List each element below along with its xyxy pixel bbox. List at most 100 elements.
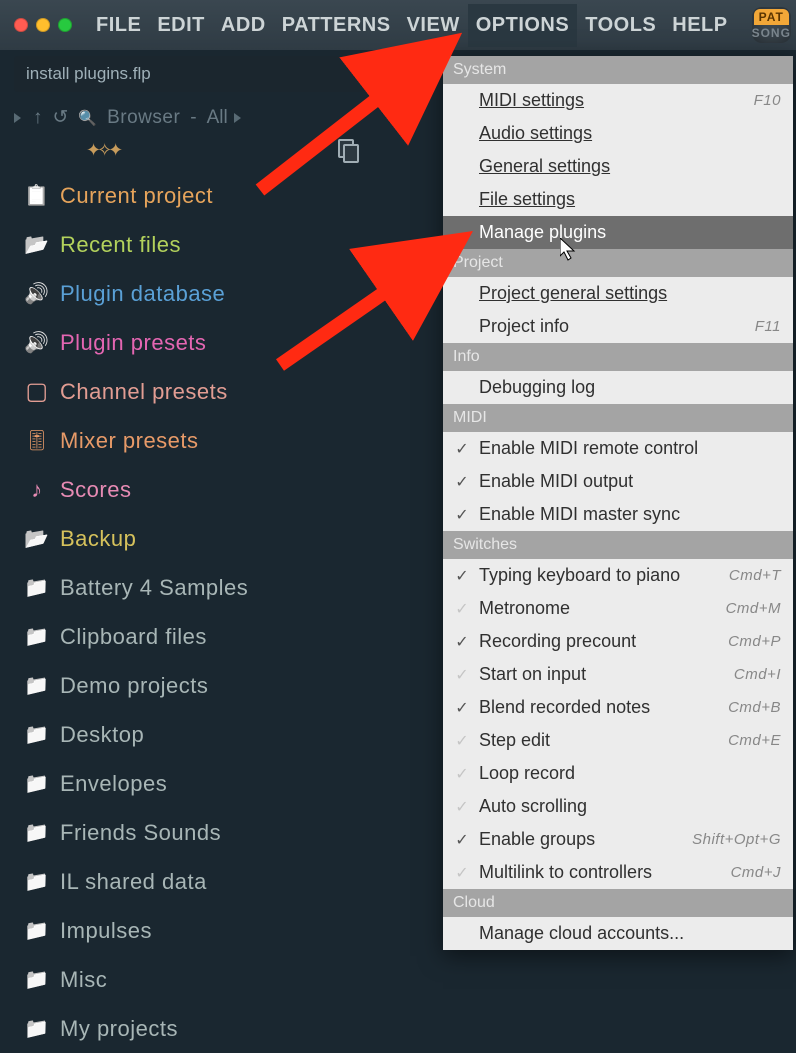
minimize-button[interactable]: [36, 18, 50, 32]
folder-icon: [24, 722, 50, 747]
browser-item-label: Desktop: [60, 722, 144, 748]
menu-patterns[interactable]: PATTERNS: [274, 4, 399, 47]
check-icon: ✓: [453, 764, 471, 784]
folder-icon: [24, 967, 50, 992]
foldero-icon: [24, 232, 50, 257]
menu-item-label: Debugging log: [479, 377, 781, 398]
browser-filter[interactable]: All: [207, 107, 228, 129]
menu-item[interactable]: ✓Enable MIDI remote control: [443, 432, 793, 465]
song-button[interactable]: SONG: [752, 25, 791, 41]
check-icon: ✓: [453, 439, 471, 459]
speaker-icon: [24, 330, 50, 355]
search-icon[interactable]: [78, 107, 97, 129]
menu-item-label: Manage plugins: [479, 222, 781, 243]
menu-item[interactable]: Project info F11: [443, 310, 793, 343]
check-icon: ✓: [453, 665, 471, 685]
copy-icon[interactable]: [338, 139, 358, 161]
check-icon: ✓: [453, 830, 471, 850]
undo-icon[interactable]: [53, 106, 69, 129]
menu-item-label: Manage cloud accounts...: [479, 923, 781, 944]
browser-item-label: Scores: [60, 477, 131, 503]
menu-item-label: Audio settings: [479, 123, 781, 144]
menu-item-shortcut: Cmd+P: [728, 633, 781, 650]
sliders-icon: [24, 428, 50, 453]
favorites-icon[interactable]: ✦✧✦: [86, 140, 119, 161]
menu-view[interactable]: VIEW: [399, 4, 468, 47]
menu-item-label: Multilink to controllers: [479, 862, 723, 883]
project-filename[interactable]: install plugins.flp: [14, 56, 409, 92]
speaker-icon: [24, 281, 50, 306]
section-header: Switches: [443, 531, 793, 559]
check-icon: ✓: [453, 505, 471, 525]
menu-item-label: Recording precount: [479, 631, 720, 652]
section-header: Project: [443, 249, 793, 277]
menu-item[interactable]: ✓Step editCmd+E: [443, 724, 793, 757]
browser-item-label: IL shared data: [60, 869, 207, 895]
menu-item-shortcut: F11: [755, 318, 781, 335]
menu-item[interactable]: ✓Typing keyboard to pianoCmd+T: [443, 559, 793, 592]
menu-item[interactable]: Manage cloud accounts...: [443, 917, 793, 950]
pat-button[interactable]: PAT: [754, 9, 789, 25]
section-header: Cloud: [443, 889, 793, 917]
menu-item[interactable]: ✓Multilink to controllersCmd+J: [443, 856, 793, 889]
menu-item-label: General settings: [479, 156, 781, 177]
check-icon: ✓: [453, 599, 471, 619]
folder-icon: [24, 575, 50, 600]
menu-item[interactable]: File settings: [443, 183, 793, 216]
close-button[interactable]: [14, 18, 28, 32]
menu-item-label: Typing keyboard to piano: [479, 565, 721, 586]
chevron-icon[interactable]: [234, 113, 241, 123]
menu-item[interactable]: Audio settings: [443, 117, 793, 150]
folder-icon: [24, 1016, 50, 1041]
menu-item-label: Project info: [479, 316, 747, 337]
menu-item[interactable]: General settings: [443, 150, 793, 183]
zoom-button[interactable]: [58, 18, 72, 32]
browser-item[interactable]: Misc: [24, 955, 796, 1004]
browser-item[interactable]: My projects: [24, 1004, 796, 1053]
menu-item[interactable]: ✓Recording precountCmd+P: [443, 625, 793, 658]
menu-item[interactable]: Debugging log: [443, 371, 793, 404]
square-icon: [24, 377, 50, 406]
up-icon[interactable]: [33, 107, 43, 129]
menu-tools[interactable]: TOOLS: [577, 4, 664, 47]
section-header: Info: [443, 343, 793, 371]
menu-item[interactable]: ✓Blend recorded notesCmd+B: [443, 691, 793, 724]
folder-icon: [24, 673, 50, 698]
menu-help[interactable]: HELP: [664, 4, 735, 47]
folder-icon: [24, 869, 50, 894]
menu-item[interactable]: ✓Start on inputCmd+I: [443, 658, 793, 691]
menu-item[interactable]: MIDI settingsF10: [443, 84, 793, 117]
menu-item[interactable]: ✓Enable groupsShift+Opt+G: [443, 823, 793, 856]
menu-item-label: Enable MIDI output: [479, 471, 781, 492]
menu-item[interactable]: ✓ Loop record: [443, 757, 793, 790]
menu-item-label: Project general settings: [479, 283, 781, 304]
menu-add[interactable]: ADD: [213, 4, 274, 47]
menubar: FILEEDITADDPATTERNSVIEWOPTIONSTOOLSHELP …: [0, 0, 796, 50]
menu-item[interactable]: ✓Enable MIDI master sync: [443, 498, 793, 531]
section-header: System: [443, 56, 793, 84]
browser-item-label: Clipboard files: [60, 624, 207, 650]
menu-item-shortcut: Cmd+J: [731, 864, 781, 881]
menu-item[interactable]: Manage plugins: [443, 216, 793, 249]
menu-file[interactable]: FILE: [88, 4, 149, 47]
menu-options[interactable]: OPTIONS: [468, 4, 578, 47]
check-icon: ✓: [453, 566, 471, 586]
menu-item[interactable]: ✓MetronomeCmd+M: [443, 592, 793, 625]
options-menu: SystemMIDI settingsF10 Audio settings Gene…: [443, 56, 793, 950]
browser-item-label: Misc: [60, 967, 107, 993]
collapse-icon[interactable]: [14, 113, 21, 123]
menu-item-shortcut: Cmd+E: [728, 732, 781, 749]
menu-item-label: File settings: [479, 189, 781, 210]
menu-item-label: MIDI settings: [479, 90, 746, 111]
folder-icon: [24, 624, 50, 649]
browser-item-label: Channel presets: [60, 379, 228, 405]
menu-item-label: Blend recorded notes: [479, 697, 720, 718]
browser-item-label: Plugin database: [60, 281, 225, 307]
menu-item[interactable]: ✓Enable MIDI output: [443, 465, 793, 498]
window-controls: [14, 18, 72, 32]
pat-song-toggle[interactable]: PAT SONG: [752, 7, 791, 43]
menu-item[interactable]: ✓Auto scrolling: [443, 790, 793, 823]
menu-item-label: Loop record: [479, 763, 781, 784]
menu-edit[interactable]: EDIT: [149, 4, 213, 47]
menu-item[interactable]: Project general settings: [443, 277, 793, 310]
